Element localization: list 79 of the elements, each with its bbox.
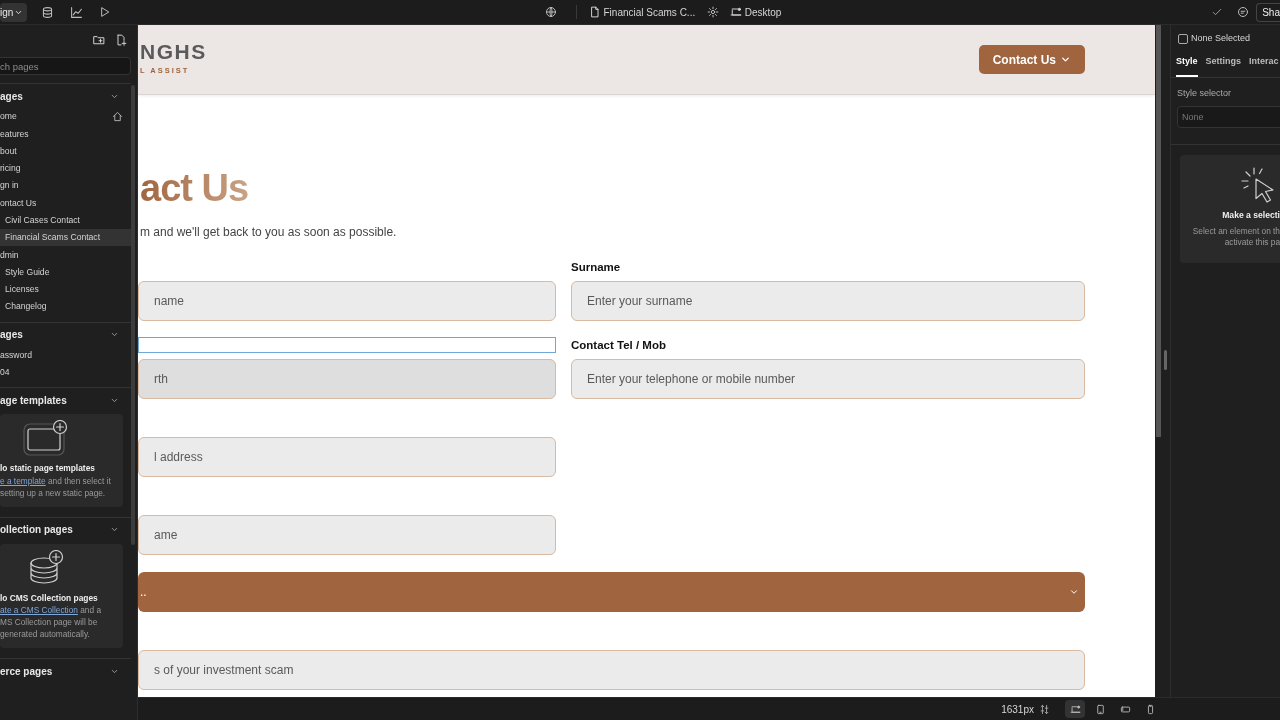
- logo-text: NGHS: [140, 42, 207, 63]
- page-subtitle: m and we'll get back to you as soon as possible.: [140, 225, 398, 239]
- section-title: ages: [0, 328, 23, 343]
- settings-icon[interactable]: [707, 6, 720, 18]
- empty-state-text: setting up a new static page.: [0, 486, 107, 499]
- page-item[interactable]: ontact Us: [0, 194, 131, 212]
- page-item[interactable]: assword: [0, 346, 131, 364]
- create-link[interactable]: ate a CMS Collection: [0, 605, 78, 616]
- page-item[interactable]: Financial Scams Contact: [0, 229, 131, 247]
- dropdown-field[interactable]: ..: [138, 572, 1085, 612]
- input-field[interactable]: Enter your surname: [571, 281, 1085, 321]
- page-item[interactable]: Changelog: [0, 298, 131, 316]
- breakpoint-selector[interactable]: Desktop: [730, 4, 782, 20]
- empty-state-text: MS Collection page will be: [0, 616, 99, 629]
- page-item[interactable]: gn in: [0, 177, 131, 195]
- empty-state-text: generated automatically.: [0, 628, 91, 641]
- panel-tab[interactable]: Interac: [1249, 55, 1279, 77]
- page-item[interactable]: ome: [0, 108, 131, 126]
- style-selector[interactable]: None: [1177, 106, 1280, 128]
- input-field[interactable]: ame: [138, 515, 556, 555]
- section-title: age templates: [0, 393, 67, 408]
- file-plus-icon[interactable]: [115, 33, 127, 46]
- section-title: ollection pages: [0, 523, 73, 538]
- checkbox-label: None Selected: [1191, 32, 1251, 46]
- page-item[interactable]: Civil Cases Contact: [0, 211, 131, 230]
- landscape-icon: [1119, 703, 1131, 715]
- breakpoint-button[interactable]: [1065, 700, 1085, 718]
- empty-state-text: e a template and then select it: [0, 474, 112, 487]
- search-field[interactable]: ch pages: [0, 57, 131, 75]
- chevron-icon: [1069, 587, 1079, 597]
- empty-state-text: Select an element on th: [1191, 225, 1280, 238]
- panel-tab[interactable]: Style: [1176, 55, 1198, 77]
- desktop-icon: [730, 6, 743, 18]
- page-selector[interactable]: Financial Scams C...: [589, 4, 696, 20]
- tablet-icon: [1094, 703, 1106, 715]
- page-item[interactable]: Style Guide: [0, 263, 131, 281]
- input-field[interactable]: name: [138, 281, 556, 321]
- database-icon[interactable]: [41, 5, 55, 19]
- resize-icon[interactable]: [1039, 703, 1050, 715]
- page-item[interactable]: 04: [0, 363, 131, 382]
- input-field[interactable]: Enter your telephone or mobile number: [571, 359, 1085, 399]
- field-label: Style selector: [1177, 86, 1232, 100]
- input-field[interactable]: l address: [138, 437, 556, 477]
- empty-state-text: ate a CMS Collection and a: [0, 604, 102, 617]
- date-field[interactable]: rth: [138, 359, 556, 399]
- chevron-icon: [1060, 54, 1071, 65]
- contact-us-button[interactable]: Contact Us: [978, 45, 1085, 74]
- empty-state-title: Make a selecti: [1221, 209, 1280, 222]
- empty-state-title: lo static page templates: [0, 462, 96, 475]
- section-title: ages: [0, 89, 23, 104]
- page-item[interactable]: ricing: [0, 159, 131, 178]
- comment-icon[interactable]: [1237, 6, 1250, 18]
- text-area[interactable]: s of your investment scam: [138, 650, 1085, 690]
- mode-button[interactable]: ign: [0, 2, 28, 22]
- share-button[interactable]: Sha: [1256, 2, 1280, 22]
- canvas-width: 1631px: [1001, 702, 1034, 717]
- folder-plus-icon[interactable]: [93, 33, 105, 46]
- page-item[interactable]: Licenses: [0, 280, 131, 299]
- empty-state-text: activate this pa: [1223, 237, 1280, 249]
- create-link[interactable]: e a template: [0, 475, 46, 486]
- panel-tab[interactable]: Settings: [1205, 55, 1242, 77]
- resize-handle[interactable]: [1164, 350, 1167, 370]
- home-icon: [112, 111, 123, 123]
- section-title: erce pages: [0, 664, 53, 679]
- play-icon[interactable]: [99, 6, 112, 18]
- globe-icon[interactable]: [545, 6, 557, 18]
- page-item[interactable]: bout: [0, 142, 131, 160]
- scrollbar[interactable]: [1156, 25, 1161, 437]
- checkbox[interactable]: [1178, 34, 1188, 44]
- field-label: Contact Tel / Mob: [571, 338, 667, 353]
- field-label: Surname: [571, 260, 622, 275]
- desktop-icon: [1069, 703, 1081, 715]
- check-icon[interactable]: [1211, 6, 1224, 18]
- page-item[interactable]: dmin: [0, 246, 131, 264]
- empty-state-title: lo CMS Collection pages: [0, 591, 99, 605]
- chart-icon[interactable]: [70, 5, 84, 19]
- page-item[interactable]: eatures: [0, 125, 131, 143]
- template-add-icon: [22, 420, 68, 458]
- page-icon: [589, 6, 601, 18]
